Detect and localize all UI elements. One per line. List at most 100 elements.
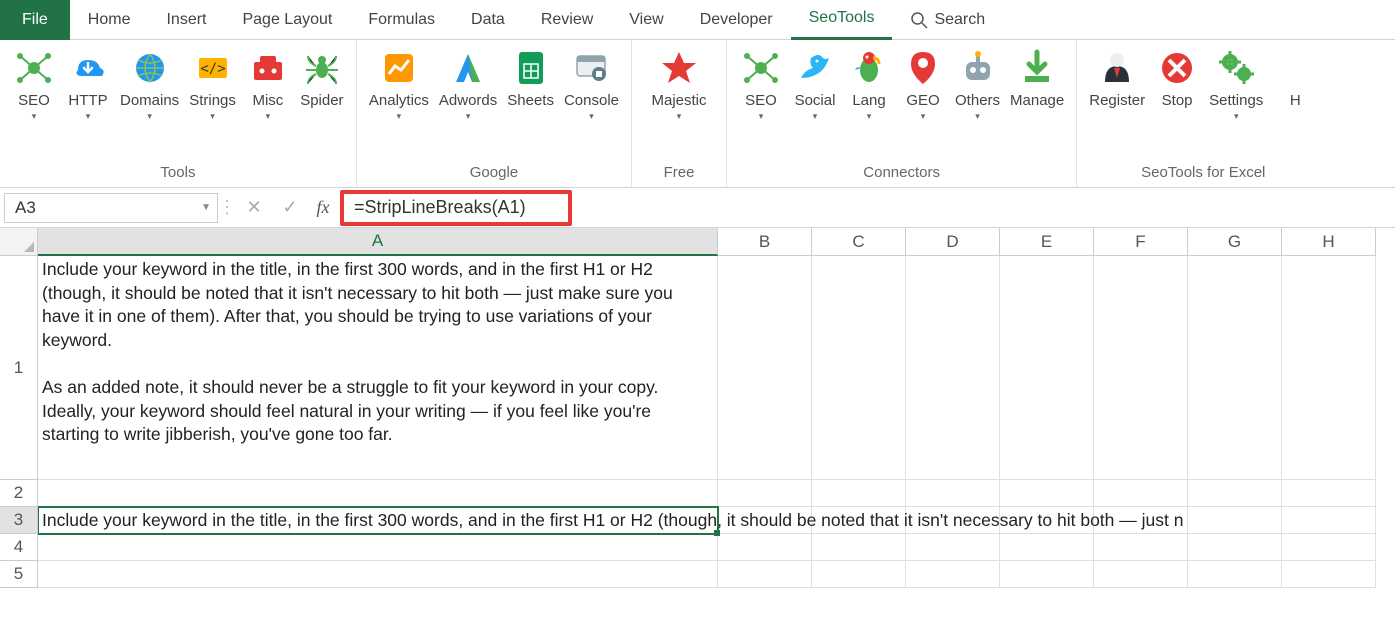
- help-button[interactable]: H: [1269, 44, 1321, 124]
- misc-button[interactable]: Misc: [242, 44, 294, 124]
- tell-me-search[interactable]: Search: [892, 0, 1003, 40]
- tab-seotools[interactable]: SeoTools: [791, 0, 893, 40]
- col-header-g[interactable]: G: [1188, 228, 1282, 256]
- cell-a3[interactable]: Include your keyword in the title, in th…: [38, 507, 718, 534]
- spider-button[interactable]: Spider: [296, 44, 348, 124]
- ribbon-tabs: File Home Insert Page Layout Formulas Da…: [0, 0, 1395, 40]
- cell-h4[interactable]: [1282, 534, 1376, 561]
- cell-g2[interactable]: [1188, 480, 1282, 507]
- row-header-1[interactable]: 1: [0, 256, 38, 480]
- cell-a5[interactable]: [38, 561, 718, 588]
- cell-a4[interactable]: [38, 534, 718, 561]
- cell-h1[interactable]: [1282, 256, 1376, 480]
- name-box-value: A3: [15, 198, 36, 218]
- cell-e4[interactable]: [1000, 534, 1094, 561]
- formula-input[interactable]: =StripLineBreaks(A1): [338, 197, 526, 218]
- cell-g5[interactable]: [1188, 561, 1282, 588]
- cell-b2[interactable]: [718, 480, 812, 507]
- tab-home[interactable]: Home: [70, 0, 149, 40]
- col-header-c[interactable]: C: [812, 228, 906, 256]
- enter-formula-button[interactable]: ✓: [272, 197, 308, 218]
- console-button[interactable]: Console: [560, 44, 623, 124]
- group-label-seotools: SeoTools for Excel: [1085, 160, 1321, 187]
- connectors-seo-button[interactable]: SEO: [735, 44, 787, 124]
- spreadsheet-grid: 1 2 3 4 5 A B C D E F G H Include your k…: [0, 228, 1395, 588]
- cell-d1[interactable]: [906, 256, 1000, 480]
- col-header-f[interactable]: F: [1094, 228, 1188, 256]
- tab-review[interactable]: Review: [523, 0, 611, 40]
- tab-data[interactable]: Data: [453, 0, 523, 40]
- col-header-e[interactable]: E: [1000, 228, 1094, 256]
- col-header-a[interactable]: A: [38, 228, 718, 256]
- tab-file[interactable]: File: [0, 0, 70, 40]
- cell-a2[interactable]: [38, 480, 718, 507]
- row-header-2[interactable]: 2: [0, 480, 38, 507]
- majestic-button[interactable]: Majestic: [640, 44, 718, 124]
- register-button[interactable]: Register: [1085, 44, 1149, 124]
- chevron-down-icon[interactable]: ▼: [201, 202, 211, 213]
- search-label: Search: [934, 11, 985, 29]
- tab-developer[interactable]: Developer: [682, 0, 791, 40]
- tab-page-layout[interactable]: Page Layout: [224, 0, 350, 40]
- cell-e2[interactable]: [1000, 480, 1094, 507]
- manage-button[interactable]: Manage: [1006, 44, 1068, 124]
- cell-c2[interactable]: [812, 480, 906, 507]
- cell-d4[interactable]: [906, 534, 1000, 561]
- group-label-tools: Tools: [8, 160, 348, 187]
- cell-c4[interactable]: [812, 534, 906, 561]
- row-header-3[interactable]: 3: [0, 507, 38, 534]
- domains-button[interactable]: Domains: [116, 44, 183, 124]
- adwords-button[interactable]: Adwords: [435, 44, 501, 124]
- cell-f2[interactable]: [1094, 480, 1188, 507]
- cell-b1[interactable]: [718, 256, 812, 480]
- cancel-formula-button[interactable]: ✕: [236, 197, 272, 218]
- col-header-h[interactable]: H: [1282, 228, 1376, 256]
- group-label-free: Free: [640, 160, 718, 187]
- social-button[interactable]: Social: [789, 44, 841, 124]
- sheets-button[interactable]: Sheets: [503, 44, 558, 124]
- cell-g1[interactable]: [1188, 256, 1282, 480]
- cell-d5[interactable]: [906, 561, 1000, 588]
- cell-f4[interactable]: [1094, 534, 1188, 561]
- insert-function-button[interactable]: fx: [308, 197, 338, 218]
- cell-h5[interactable]: [1282, 561, 1376, 588]
- tab-view[interactable]: View: [611, 0, 681, 40]
- tab-insert[interactable]: Insert: [148, 0, 224, 40]
- cell-g3[interactable]: [1188, 507, 1282, 534]
- http-button[interactable]: HTTP: [62, 44, 114, 124]
- cell-h3[interactable]: [1282, 507, 1376, 534]
- group-tools: SEO HTTP Domains </>Strings Misc Spider …: [0, 40, 357, 187]
- geo-button[interactable]: GEO: [897, 44, 949, 124]
- cell-c1[interactable]: [812, 256, 906, 480]
- settings-button[interactable]: Settings: [1205, 44, 1267, 124]
- cell-c5[interactable]: [812, 561, 906, 588]
- select-all-corner[interactable]: [0, 228, 38, 256]
- cell-f1[interactable]: [1094, 256, 1188, 480]
- analytics-button[interactable]: Analytics: [365, 44, 433, 124]
- svg-text:</>: </>: [200, 61, 225, 77]
- cell-e1[interactable]: [1000, 256, 1094, 480]
- cell-b5[interactable]: [718, 561, 812, 588]
- cell-d2[interactable]: [906, 480, 1000, 507]
- cell-e5[interactable]: [1000, 561, 1094, 588]
- group-label-connectors: Connectors: [735, 160, 1068, 187]
- separator: ⋮: [218, 197, 236, 218]
- name-box[interactable]: A3 ▼: [4, 193, 218, 223]
- cell-f5[interactable]: [1094, 561, 1188, 588]
- row-header-5[interactable]: 5: [0, 561, 38, 588]
- stop-button[interactable]: Stop: [1151, 44, 1203, 124]
- row-header-4[interactable]: 4: [0, 534, 38, 561]
- cell-a1[interactable]: Include your keyword in the title, in th…: [38, 256, 718, 480]
- cell-b4[interactable]: [718, 534, 812, 561]
- lang-button[interactable]: Lang: [843, 44, 895, 124]
- tab-formulas[interactable]: Formulas: [350, 0, 453, 40]
- cell-h2[interactable]: [1282, 480, 1376, 507]
- seo-button[interactable]: SEO: [8, 44, 60, 124]
- strings-button[interactable]: </>Strings: [185, 44, 240, 124]
- cell-a3-text: Include your keyword in the title, in th…: [42, 509, 1183, 533]
- col-header-b[interactable]: B: [718, 228, 812, 256]
- group-google: Analytics Adwords Sheets Console Google: [357, 40, 632, 187]
- col-header-d[interactable]: D: [906, 228, 1000, 256]
- cell-g4[interactable]: [1188, 534, 1282, 561]
- others-button[interactable]: Others: [951, 44, 1004, 124]
